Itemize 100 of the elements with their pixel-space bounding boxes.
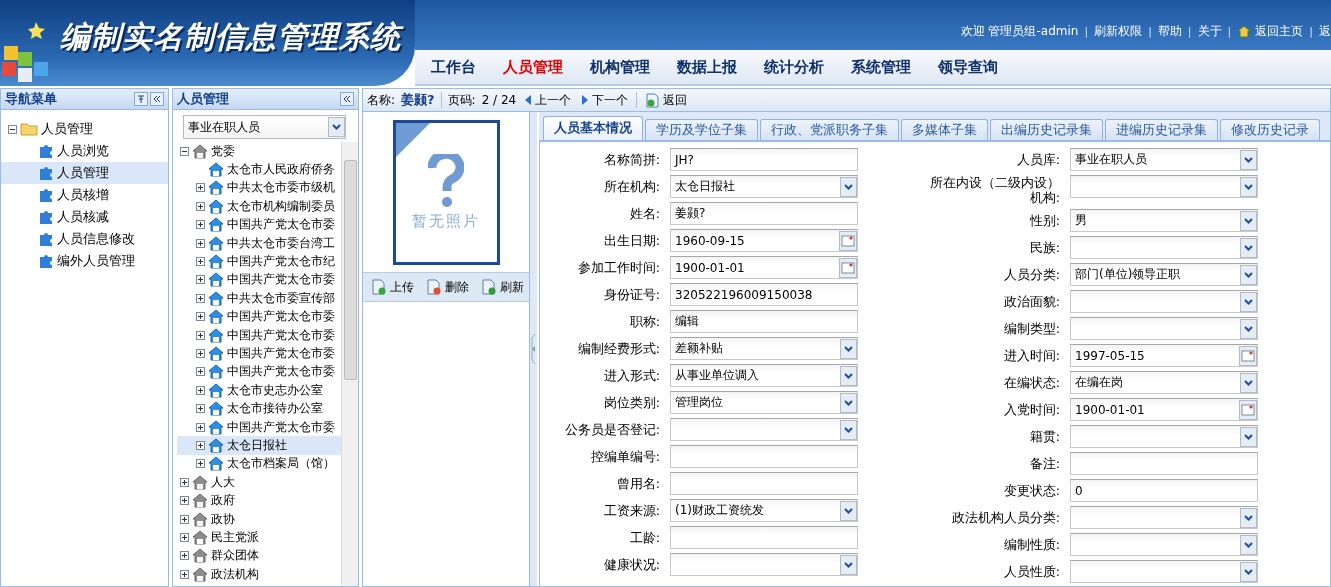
expand-icon[interactable]: [180, 532, 189, 542]
select-field[interactable]: 差额补贴: [670, 337, 858, 360]
menu-item[interactable]: 机构管理: [590, 57, 650, 77]
expand-icon[interactable]: [180, 551, 189, 561]
expand-icon[interactable]: [196, 330, 205, 340]
expand-icon[interactable]: [196, 201, 205, 211]
photo-button[interactable]: 上传: [369, 278, 416, 296]
select-field[interactable]: [670, 553, 858, 576]
select-field[interactable]: [1070, 290, 1258, 313]
tree-item[interactable]: 中共太仓市委台湾工: [177, 233, 341, 253]
tree-item[interactable]: 政协: [177, 509, 341, 529]
menu-item[interactable]: 数据上报: [677, 57, 737, 77]
expand-icon[interactable]: [196, 349, 205, 358]
menu-item[interactable]: 人员管理: [503, 57, 563, 77]
nav-item[interactable]: 人员核增: [1, 184, 168, 206]
select-field[interactable]: 在编在岗: [1070, 371, 1258, 394]
tree-item[interactable]: 中国共产党太仓市委: [177, 270, 341, 290]
header-link[interactable]: 关于: [1197, 22, 1222, 40]
select-field[interactable]: 事业在职人员: [1070, 148, 1258, 171]
expand-icon[interactable]: [196, 275, 205, 285]
select-field[interactable]: 男: [1070, 209, 1258, 232]
expand-icon[interactable]: [196, 459, 205, 469]
photo-button[interactable]: 删除: [424, 278, 471, 296]
text-field[interactable]: 姜颢?: [670, 202, 858, 225]
expand-icon[interactable]: [180, 569, 189, 579]
splitter-handle-icon[interactable]: [531, 334, 536, 364]
expand-icon[interactable]: [180, 477, 189, 487]
header-link[interactable]: 帮助: [1157, 22, 1182, 40]
menu-item[interactable]: 统计分析: [764, 57, 824, 77]
nav-item[interactable]: 人员浏览: [1, 140, 168, 162]
select-field[interactable]: [1070, 506, 1258, 529]
select-field[interactable]: 太仓日报社: [670, 175, 858, 198]
previous-button[interactable]: 上一个: [522, 91, 574, 109]
tree-item[interactable]: 民主党派: [177, 528, 341, 547]
collapse-icon[interactable]: [150, 92, 164, 106]
collapse-icon[interactable]: [340, 92, 354, 106]
nav-item[interactable]: 编外人员管理: [1, 250, 168, 272]
tree-item[interactable]: 中共太仓市委宣传部: [177, 289, 341, 308]
tree-item[interactable]: 太仓日报社: [177, 436, 341, 455]
collapse-icon[interactable]: [180, 146, 189, 156]
tree-item[interactable]: 中国共产党太仓市委: [177, 325, 341, 345]
select-field[interactable]: (1)财政工资统发: [670, 499, 858, 522]
tree-item[interactable]: 群众团体: [177, 546, 341, 565]
expand-icon[interactable]: [196, 238, 205, 248]
tree-item[interactable]: 中国共产党太仓市委: [177, 215, 341, 234]
date-field[interactable]: 1900-01-01: [1070, 398, 1258, 421]
select-field[interactable]: [670, 418, 858, 441]
select-field[interactable]: [1070, 560, 1258, 583]
select-field[interactable]: 从事业单位调入: [670, 364, 858, 387]
expand-icon[interactable]: [196, 257, 205, 267]
header-link[interactable]: 返: [1319, 22, 1331, 40]
menu-item[interactable]: 系统管理: [851, 57, 911, 77]
tree-item[interactable]: 太仓市档案局（馆）: [177, 454, 341, 474]
select-field[interactable]: [1070, 425, 1258, 448]
tree-item[interactable]: 党委: [177, 142, 341, 161]
tree-item[interactable]: 中共太仓市委市级机: [177, 178, 341, 198]
select-field[interactable]: [1070, 236, 1258, 259]
header-link[interactable]: 返回主页: [1237, 22, 1304, 40]
expand-icon[interactable]: [196, 385, 205, 395]
nav-item[interactable]: 人员核减: [1, 206, 168, 228]
select-field[interactable]: 管理岗位: [670, 391, 858, 414]
scrollbar[interactable]: [341, 142, 358, 586]
tree-item[interactable]: 太仓市接待办公室: [177, 399, 341, 418]
next-button[interactable]: 下一个: [579, 91, 631, 109]
date-field[interactable]: 1997-05-15: [1070, 344, 1258, 367]
tree-item[interactable]: 人大: [177, 473, 341, 492]
tree-item[interactable]: 中国共产党太仓市委: [177, 307, 341, 326]
photo-button[interactable]: 刷新: [479, 278, 526, 296]
tab[interactable]: 学历及学位子集: [645, 119, 758, 140]
tree-item[interactable]: 中国共产党太仓市纪: [177, 252, 341, 271]
expand-icon[interactable]: [196, 312, 205, 322]
header-link[interactable]: 刷新权限: [1094, 22, 1143, 40]
text-field[interactable]: [670, 526, 858, 549]
expand-icon[interactable]: [196, 404, 205, 414]
tree-item[interactable]: 政府: [177, 491, 341, 510]
expand-icon[interactable]: [196, 422, 205, 432]
text-field[interactable]: [670, 445, 858, 468]
tree-item[interactable]: 太仓市史志办公室: [177, 381, 341, 400]
select-field[interactable]: [1070, 175, 1258, 198]
select-field[interactable]: [1070, 533, 1258, 556]
tab[interactable]: 多媒体子集: [901, 119, 988, 140]
date-field[interactable]: 1960-09-15: [670, 229, 858, 252]
tree-item[interactable]: 人员管理: [41, 120, 93, 138]
tree-item[interactable]: 中国共产党太仓市委: [177, 417, 341, 437]
select-field[interactable]: [1070, 317, 1258, 340]
tree-item[interactable]: 中国共产党太仓市委: [177, 344, 341, 363]
expand-icon[interactable]: [196, 220, 205, 230]
text-field[interactable]: 0: [1070, 479, 1258, 502]
select-field[interactable]: 部门(单位)领导正职: [1070, 263, 1258, 286]
collapse-icon[interactable]: [8, 124, 17, 134]
tab[interactable]: 修改历史记录: [1220, 119, 1320, 140]
date-field[interactable]: 1900-01-01: [670, 256, 858, 279]
expand-icon[interactable]: [180, 496, 189, 506]
tree-item[interactable]: 太仓市人民政府侨务: [177, 160, 341, 179]
select-field[interactable]: 事业在职人员: [183, 115, 346, 139]
nav-item[interactable]: 人员管理: [1, 162, 168, 184]
text-field[interactable]: JH?: [670, 148, 858, 171]
tree-item[interactable]: 政法机构: [177, 565, 341, 584]
tree-item[interactable]: 太仓市机构编制委员: [177, 197, 341, 216]
tab[interactable]: 进编历史记录集: [1105, 119, 1218, 140]
